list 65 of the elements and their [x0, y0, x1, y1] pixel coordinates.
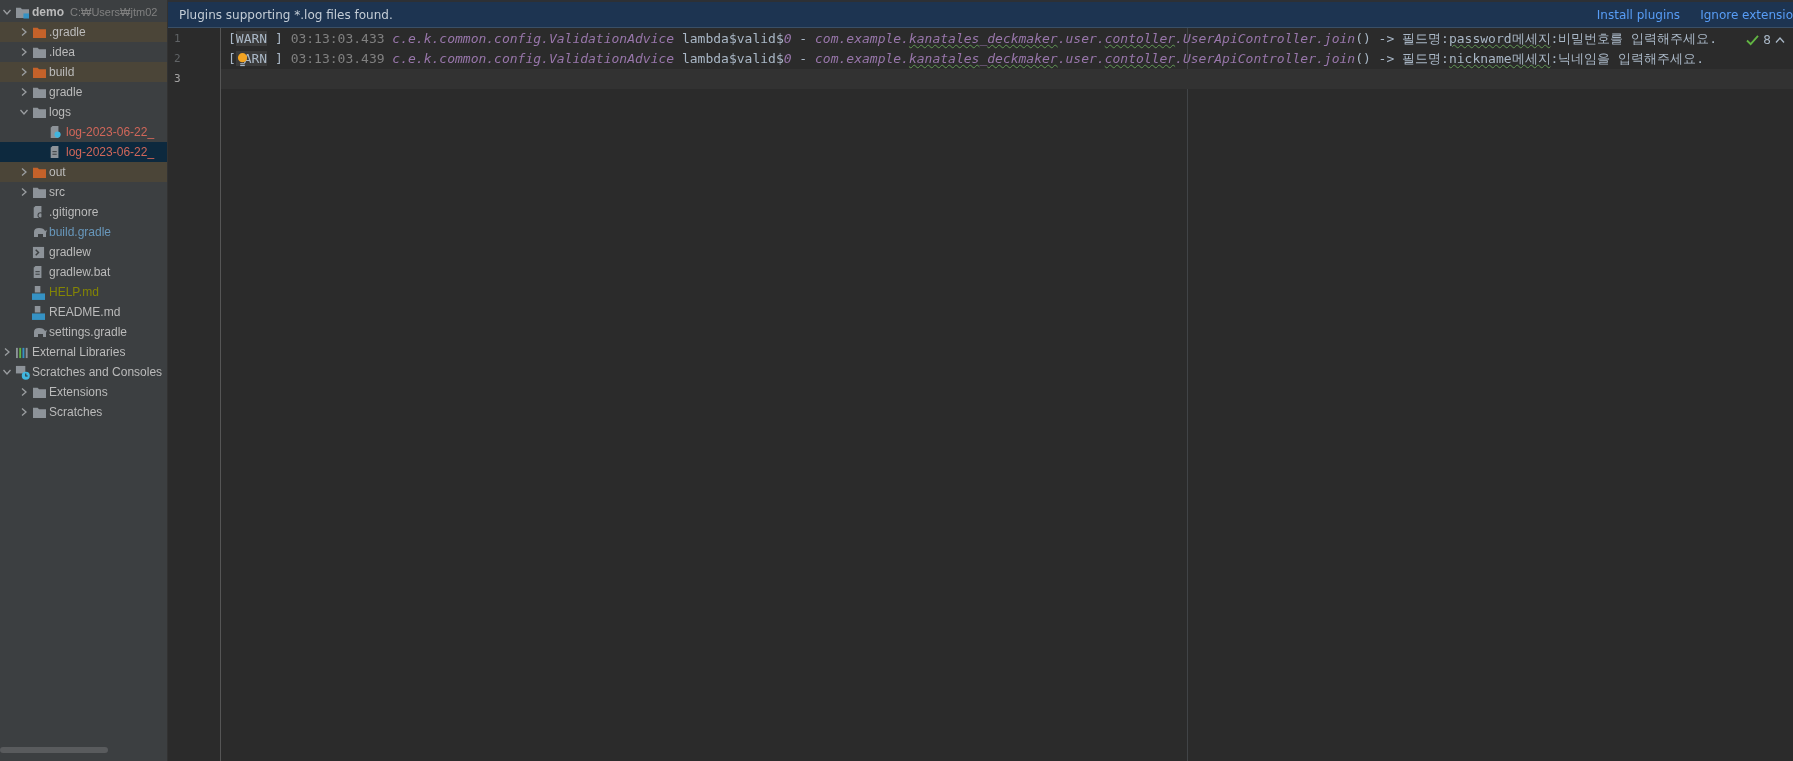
tree-item-label[interactable]: out	[49, 165, 66, 179]
folder-icon	[32, 105, 47, 119]
chevron-right-icon[interactable]	[19, 187, 29, 197]
tree-item-label[interactable]: logs	[49, 105, 71, 119]
tree-item-label[interactable]: .gradle	[49, 25, 86, 39]
tree-item-label[interactable]: gradlew	[49, 245, 92, 259]
chevron-right-icon[interactable]	[2, 347, 12, 357]
project-path: C:₩Users₩jtm02	[70, 6, 158, 18]
folder-icon	[32, 25, 47, 39]
tree-item-label[interactable]: Extensions	[49, 385, 108, 399]
markdown-file-icon	[32, 304, 45, 320]
tree-item-label[interactable]: Scratches	[49, 405, 103, 419]
tree-item-label[interactable]: settings.gradle	[49, 325, 128, 339]
tree-item-label[interactable]: demo	[32, 5, 64, 19]
scratch-clock-icon	[15, 364, 30, 380]
chevron-down-icon[interactable]	[2, 7, 12, 17]
chevron-right-icon[interactable]	[19, 87, 29, 97]
folder-icon	[32, 385, 47, 399]
elephant-icon	[32, 326, 48, 338]
line-number: 1	[173, 31, 182, 47]
folder-icon	[32, 185, 47, 199]
module-folder-icon	[15, 5, 30, 19]
folder-icon	[32, 45, 47, 59]
tree-item-label[interactable]: .idea	[49, 45, 76, 59]
markdown-file-icon	[32, 284, 45, 300]
tree-item-label[interactable]: External Libraries	[32, 345, 126, 359]
chevron-down-icon[interactable]	[19, 107, 29, 117]
ignored-file-icon	[32, 205, 44, 219]
elephant-icon	[32, 226, 48, 238]
tree-item-label[interactable]: README.md	[49, 305, 121, 319]
tree-item-label[interactable]: build.gradle	[49, 225, 112, 239]
tree-item-label[interactable]: src	[49, 185, 65, 199]
folder-icon	[32, 85, 47, 99]
chevron-right-icon[interactable]	[19, 27, 29, 37]
folder-icon	[32, 65, 47, 79]
chevron-right-icon[interactable]	[19, 387, 29, 397]
chevron-up-icon[interactable]	[1775, 36, 1785, 44]
tree-item-label[interactable]: log-2023-06-22_	[66, 125, 155, 139]
line-number: 3	[173, 71, 182, 87]
notification-link[interactable]: Ignore extensio	[1700, 7, 1793, 22]
chevron-right-icon[interactable]	[19, 67, 29, 77]
terminal-file-icon	[32, 245, 45, 259]
tree-item-label[interactable]: gradlew.bat	[49, 265, 111, 279]
inspection-count[interactable]: 8	[1763, 33, 1771, 47]
chevron-right-icon[interactable]	[19, 407, 29, 417]
notification-message: Plugins supporting *.log files found.	[179, 7, 393, 22]
chevron-down-icon[interactable]	[2, 367, 12, 377]
tree-item-label[interactable]: Scratches and Consoles	[32, 365, 163, 379]
notification-link[interactable]: Install plugins	[1596, 7, 1681, 22]
check-icon[interactable]	[1746, 34, 1760, 46]
unknown-file-icon	[49, 125, 61, 139]
chevron-right-icon[interactable]	[19, 47, 29, 57]
chevron-right-icon[interactable]	[19, 167, 29, 177]
tree-item-label[interactable]: .gitignore	[49, 205, 99, 219]
library-icon	[15, 345, 30, 359]
text-file-icon	[32, 265, 44, 279]
log-line: [WARN ] 03:13:03.433 c.e.k.common.config.ValidationAdvice lambda$valid$0 - com.example.kanatales_deckmaker.user.contoller.UserApiController.join() -> 필드명:password메세지:비밀번호를 입력해주세요.	[228, 30, 1718, 48]
text-file-icon	[49, 145, 61, 159]
tree-item-label[interactable]: gradle	[49, 85, 83, 99]
tree-item-label[interactable]: build	[49, 65, 75, 79]
scrollbar[interactable]	[0, 747, 108, 753]
folder-icon	[32, 405, 47, 419]
tree-item-label[interactable]: log-2023-06-22_	[66, 145, 155, 159]
line-number: 2	[173, 51, 182, 67]
folder-icon	[32, 165, 47, 179]
